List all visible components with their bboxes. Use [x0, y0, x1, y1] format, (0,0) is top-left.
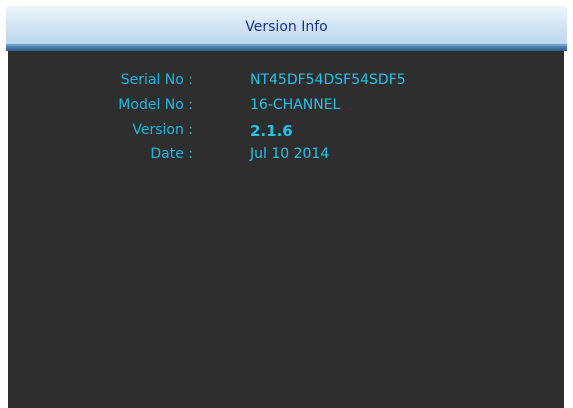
model-label: Model No :	[118, 97, 193, 113]
model-row: Model No : 16-CHANNEL	[8, 97, 564, 119]
window-title: Version Info	[245, 19, 328, 35]
date-label: Date :	[150, 146, 193, 162]
date-value: Jul 10 2014	[250, 146, 330, 162]
date-row: Date : Jul 10 2014	[8, 146, 564, 168]
serial-row: Serial No : NT45DF54DSF54SDF5	[8, 72, 564, 94]
version-row: Version : 2.1.6	[8, 122, 564, 144]
version-label: Version :	[132, 122, 193, 138]
model-value: 16-CHANNEL	[250, 97, 341, 113]
info-panel: Serial No : NT45DF54DSF54SDF5 Model No :…	[8, 51, 564, 408]
version-info-window: Version Info Serial No : NT45DF54DSF54SD…	[0, 0, 573, 408]
serial-label: Serial No :	[120, 72, 193, 88]
version-value: 2.1.6	[250, 122, 293, 140]
title-bar: Version Info	[6, 6, 567, 46]
serial-value: NT45DF54DSF54SDF5	[250, 72, 406, 88]
